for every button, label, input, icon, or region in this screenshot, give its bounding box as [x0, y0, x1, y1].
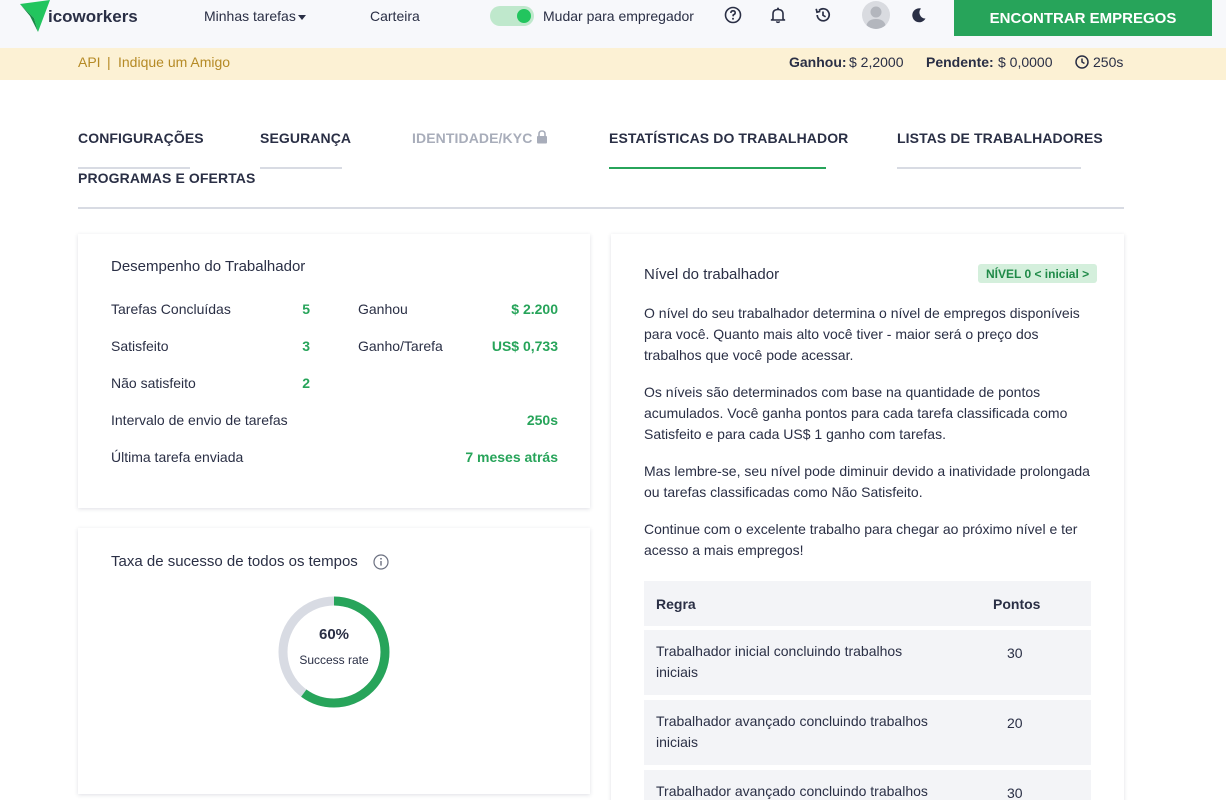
tab-worker-lists-underline: [897, 167, 1081, 169]
tab-identity-kyc[interactable]: Identidade/KYC: [412, 130, 548, 146]
level-badge: NÍVEL 0 < inicial >: [978, 264, 1098, 283]
logo-text: icoworkers: [48, 7, 138, 26]
submit-interval-label: Intervalo de envio de tarefas: [111, 412, 288, 428]
switch-employer-toggle[interactable]: [490, 6, 534, 26]
toggle-knob: [517, 9, 531, 23]
help-circle-icon[interactable]: [723, 5, 743, 25]
performance-title: Desempenho do Trabalhador: [111, 258, 306, 275]
unsatisfied-value: 2: [302, 375, 310, 391]
bell-icon[interactable]: [768, 5, 788, 25]
avatar[interactable]: [862, 1, 890, 29]
pending-value: $ 0,0000: [998, 54, 1053, 70]
rule-points: 20: [1007, 715, 1023, 731]
moon-icon[interactable]: [909, 5, 929, 25]
rule-points: 30: [1007, 785, 1023, 800]
tab-identity-kyc-label: Identidade/KYC: [412, 130, 533, 146]
lock-icon: [537, 130, 548, 144]
rules-header-points: Pontos: [993, 596, 1041, 612]
history-icon[interactable]: [813, 5, 833, 25]
level-paragraph-3: Mas lembre-se, seu nível pode diminuir d…: [644, 463, 1090, 500]
success-rate-percent: 60%: [318, 626, 350, 643]
info-bar: API | Indique um Amigo Ganhou: $ 2,2000 …: [0, 48, 1226, 80]
tab-security-underline: [260, 167, 342, 169]
nav-my-tasks-label: Minhas tarefas: [204, 8, 296, 24]
rule-text: Trabalhador inicial concluindo trabalhos…: [656, 643, 903, 680]
table-row: Trabalhador avançado concluindo trabalho…: [644, 700, 1091, 765]
infobar-separator: |: [107, 54, 111, 70]
rule-text: Trabalhador avançado concluindo trabalho…: [656, 713, 928, 750]
table-row: Trabalhador inicial concluindo trabalhos…: [644, 630, 1091, 695]
earned-label: Ganhou:: [789, 54, 847, 70]
tab-worker-stats[interactable]: Estatísticas do trabalhador: [609, 130, 848, 146]
tab-security[interactable]: Segurança: [260, 130, 351, 146]
rules-header-rule: Regra: [656, 596, 696, 612]
satisfied-label: Satisfeito: [111, 338, 169, 354]
tab-worker-lists[interactable]: Listas de trabalhadores: [897, 130, 1103, 146]
nav-wallet[interactable]: Carteira: [370, 8, 420, 24]
clock-icon: [1075, 55, 1089, 72]
logo-arrow-icon: [20, 0, 50, 32]
level-paragraph-1: O nível do seu trabalhador determina o n…: [644, 305, 1080, 363]
tabs-divider: [78, 207, 1124, 209]
pending-label: Pendente:: [926, 54, 994, 70]
rule-points: 30: [1007, 645, 1023, 661]
user-silhouette-icon: [866, 6, 886, 29]
find-jobs-button[interactable]: ENCONTRAR EMPREGOS: [954, 0, 1212, 36]
performance-card: [78, 234, 590, 508]
worker-level-title: Nível do trabalhador: [644, 266, 780, 283]
refer-friend-link[interactable]: Indique um Amigo: [118, 54, 230, 70]
caret-down-icon: [297, 14, 306, 20]
completed-tasks-value: 5: [302, 301, 310, 317]
completed-tasks-label: Tarefas Concluídas: [111, 301, 231, 317]
earned-per-task-label: Ganho/Tarefa: [358, 338, 443, 354]
tab-programs-offers[interactable]: Programas e ofertas: [78, 170, 255, 186]
success-rate-title: Taxa de sucesso de todos os tempos: [111, 553, 358, 570]
tab-settings-underline: [78, 167, 190, 169]
timer-value: 250s: [1093, 54, 1124, 70]
switch-employer-label: Mudar para empregador: [543, 8, 694, 24]
earned-stat-label: Ganhou: [358, 301, 408, 317]
satisfied-value: 3: [302, 338, 310, 354]
level-paragraph-2: Os níveis são determinados com base na q…: [644, 384, 1068, 442]
submit-interval-value: 250s: [526, 412, 558, 428]
table-row: Trabalhador avançado concluindo trabalho…: [644, 770, 1091, 800]
nav-my-tasks[interactable]: Minhas tarefas: [204, 8, 306, 24]
success-rate-sublabel: Success rate: [299, 653, 369, 667]
info-icon[interactable]: [373, 554, 389, 570]
rule-text: Trabalhador avançado concluindo trabalho…: [656, 783, 928, 799]
unsatisfied-label: Não satisfeito: [111, 375, 196, 391]
last-task-value: 7 meses atrás: [465, 449, 558, 465]
earned-stat-value: $ 2.200: [511, 301, 558, 317]
earned-per-task-value: US$ 0,733: [491, 338, 558, 354]
api-link[interactable]: API: [78, 54, 101, 70]
tab-settings[interactable]: Configurações: [78, 130, 204, 146]
rules-table-header: Regra Pontos: [644, 581, 1091, 626]
last-task-label: Última tarefa enviada: [111, 449, 244, 465]
earned-value: $ 2,2000: [849, 54, 904, 70]
success-rate-donut: 60% Success rate: [276, 594, 392, 710]
top-navbar: icoworkers Minhas tarefas Carteira Mudar…: [0, 0, 1226, 48]
level-paragraph-4: Continue com o excelente trabalho para c…: [644, 521, 1078, 558]
tab-worker-stats-underline: [609, 167, 826, 169]
donut-chart: [278, 596, 390, 708]
